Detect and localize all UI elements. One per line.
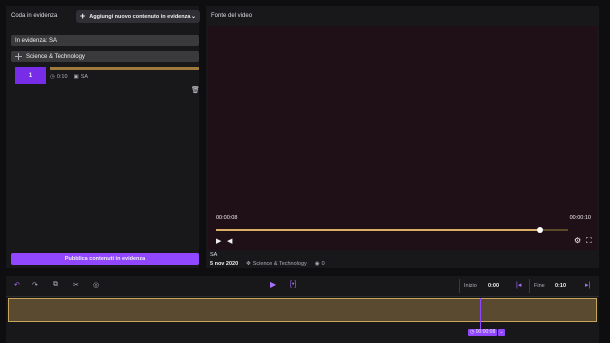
video-title: SA [210,252,218,258]
end-label: Fine [534,283,545,289]
playhead[interactable] [480,298,481,332]
panel-title: Coda in evidenza [11,13,58,19]
video-metadata: 5 nov 2020 ✥ Science & Technology ◉ 0 [210,261,325,267]
video-icon: ▣ [73,74,79,80]
clip-icon[interactable]: ◎ [93,281,99,289]
category-group[interactable]: Science & Technology [11,51,199,62]
play-icon[interactable]: ▶ [216,237,221,245]
clock-icon: ◷ [470,329,475,335]
seek-bar-fill [216,229,540,231]
frame-step-icon[interactable]: [•] [290,281,296,288]
playhead-time: 00:00:08 [475,329,496,335]
video-player[interactable]: 00:00:08 00:00:10 ▶ ◀ ⚙ ⛶ [208,26,597,250]
toolbar-divider [459,279,460,293]
scissors-icon[interactable]: ✂ [73,281,79,289]
start-label: Inizio [464,283,477,289]
fullscreen-icon[interactable]: ⛶ [586,236,592,246]
featured-queue-panel: Coda in evidenza + Aggiungi nuovo conten… [6,6,200,268]
drag-handle-icon[interactable] [15,53,22,60]
start-time-value[interactable]: 0:00 [488,283,499,289]
queue-label: In evidenza: SA [15,37,58,44]
current-time: 00:00:08 [216,215,238,221]
plus-icon: + [80,11,86,21]
category-label: Science & Technology [26,53,85,60]
queue-item-number: 1 [15,67,46,84]
panel-title: Fonte del video [211,13,253,19]
total-time: 00:00:10 [569,215,591,221]
publish-featured-button[interactable]: Pubblica contenuti in evidenza [11,253,199,265]
queue-item-channel: SA [80,74,89,80]
category-icon: ✥ [246,261,251,267]
seek-handle[interactable] [536,227,543,233]
queue-item-progress-bar [50,67,199,70]
trash-icon[interactable]: 🗑 [191,86,200,94]
playhead-menu-icon[interactable]: ⌄ [498,329,505,336]
queue-item[interactable]: 1 ◷ 0:10 ▣ SA [11,67,199,84]
add-featured-content-button[interactable]: + Aggiungi nuovo contenuto in evidenza ⌄ [76,10,200,23]
timeline-play-icon[interactable]: ▶ [270,280,276,289]
end-time-value[interactable]: 0:10 [555,283,566,289]
queue-header: In evidenza: SA [11,35,199,46]
timeline-clip[interactable] [8,298,597,322]
chevron-down-icon: ⌄ [190,14,196,20]
view-count: 0 [321,261,325,267]
video-source-panel: Fonte del video 00:00:08 00:00:10 ▶ ◀ ⚙ … [206,6,599,268]
timeline-editor: ↶ ↷ ⧉ ✂ ◎ ▶ [•] Inizio 0:00 |◂ Fine 0:10… [6,276,599,343]
clock-icon: ◷ [50,74,55,80]
video-category: Science & Technology [252,261,307,267]
copy-icon[interactable]: ⧉ [53,281,58,289]
video-date: 5 nov 2020 [210,261,239,267]
set-end-icon[interactable]: ▸| [585,281,590,289]
timeline-toolbar: ↶ ↷ ⧉ ✂ ◎ ▶ [•] Inizio 0:00 |◂ Fine 0:10… [6,276,599,297]
gear-icon[interactable]: ⚙ [574,236,581,245]
set-start-icon[interactable]: |◂ [516,281,521,289]
seek-bar[interactable] [216,227,568,233]
playhead-time-badge[interactable]: ◷ 00:00:08 [468,329,498,336]
queue-item-duration: 0:10 [56,74,68,80]
toolbar-divider [529,279,530,293]
undo-icon[interactable]: ↶ [14,281,20,289]
eye-icon: ◉ [314,261,320,267]
redo-icon[interactable]: ↷ [32,281,38,289]
volume-icon[interactable]: ◀ [227,237,232,245]
add-button-label: Aggiungi nuovo contenuto in evidenza [89,13,191,20]
